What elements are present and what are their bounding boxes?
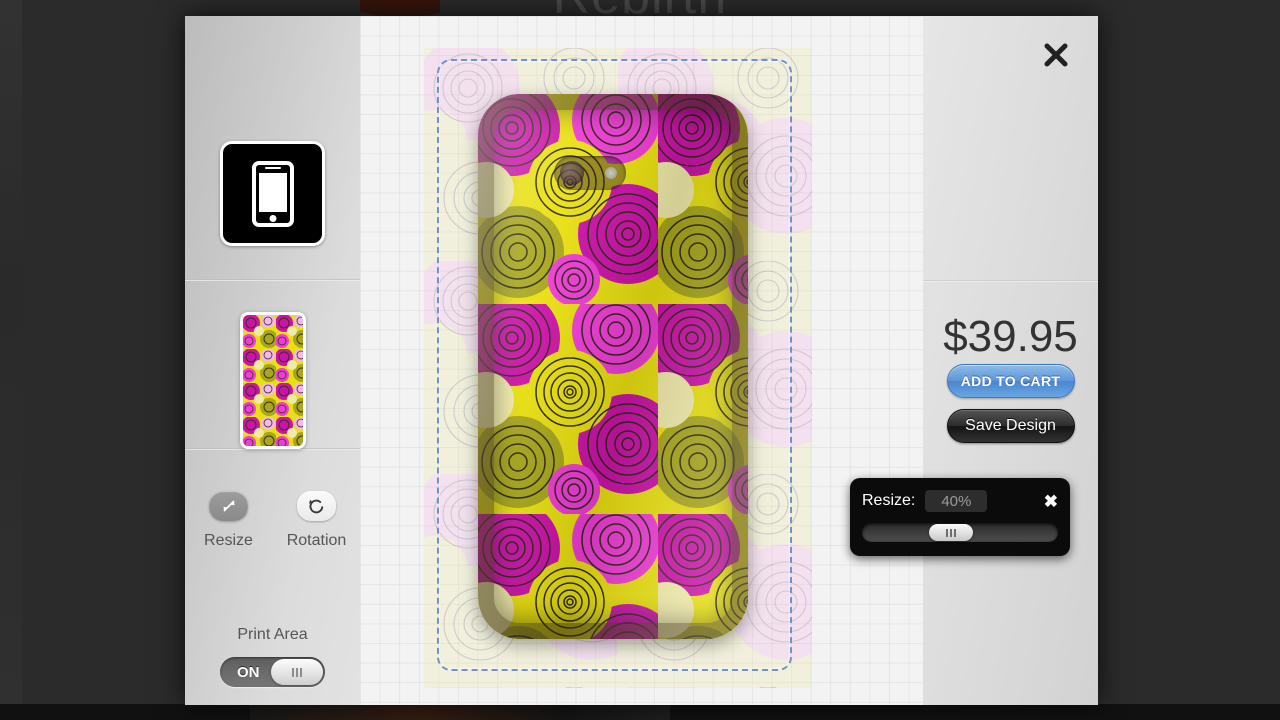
background-left-strip <box>0 0 22 720</box>
resize-button[interactable] <box>209 491 248 521</box>
phone-icon <box>251 160 294 227</box>
slider-grip-icon <box>945 528 956 537</box>
phone-case-preview[interactable] <box>478 94 748 639</box>
background-image-top <box>360 0 440 16</box>
right-panel-divider <box>923 280 1098 282</box>
print-area-label: Print Area <box>237 626 308 643</box>
product-price: $39.95 <box>943 312 1078 361</box>
design-thumbnail-art <box>242 315 303 446</box>
tool-buttons: Resize Rotation <box>185 491 360 550</box>
rotation-button[interactable] <box>297 491 336 521</box>
tool-resize[interactable]: Resize <box>199 491 259 550</box>
resize-value-field[interactable]: 40% <box>925 490 988 512</box>
print-area-toggle-knob[interactable] <box>271 659 323 685</box>
print-area-toggle-state: ON <box>237 663 260 681</box>
close-icon <box>1044 43 1068 67</box>
resize-popup-header: Resize: 40% ✖ <box>862 488 1058 514</box>
tool-rotation[interactable]: Rotation <box>287 491 347 550</box>
resize-popup[interactable]: Resize: 40% ✖ <box>850 478 1070 556</box>
sidebar-divider-1 <box>185 279 360 281</box>
toggle-grip-icon <box>292 667 302 677</box>
product-icon-wrapper <box>185 141 360 246</box>
resize-slider-thumb[interactable] <box>928 524 973 541</box>
resize-popup-label: Resize: <box>862 492 916 509</box>
camera-lens-icon <box>560 161 584 185</box>
design-thumbnail-wrapper <box>185 312 360 449</box>
right-panel: $39.95 ADD TO CART Save Design <box>923 16 1098 705</box>
resize-popup-close-button[interactable]: ✖ <box>1044 493 1058 510</box>
resize-label: Resize <box>204 532 253 549</box>
resize-arrows-icon <box>223 500 234 512</box>
print-area-block: Print Area ON <box>185 626 360 687</box>
modal-close-button[interactable] <box>1039 38 1073 72</box>
left-sidebar: Resize Rotation Print Area ON <box>185 16 360 705</box>
product-thumbnail-button[interactable] <box>220 141 325 246</box>
designer-modal: Resize Rotation Print Area ON $39.95 ADD… <box>185 16 1098 705</box>
design-thumbnail-button[interactable] <box>239 312 306 449</box>
rotation-label: Rotation <box>286 532 347 549</box>
rotate-ccw-icon <box>309 499 324 513</box>
phone-icon-screen <box>258 172 287 212</box>
resize-slider-track[interactable] <box>862 523 1058 542</box>
save-design-button[interactable]: Save Design <box>946 409 1075 443</box>
design-canvas[interactable] <box>360 16 923 705</box>
case-camera-cutout <box>554 156 626 190</box>
add-to-cart-button[interactable]: ADD TO CART <box>946 364 1075 398</box>
camera-flash-icon <box>605 167 617 179</box>
print-area-toggle[interactable]: ON <box>220 657 325 687</box>
